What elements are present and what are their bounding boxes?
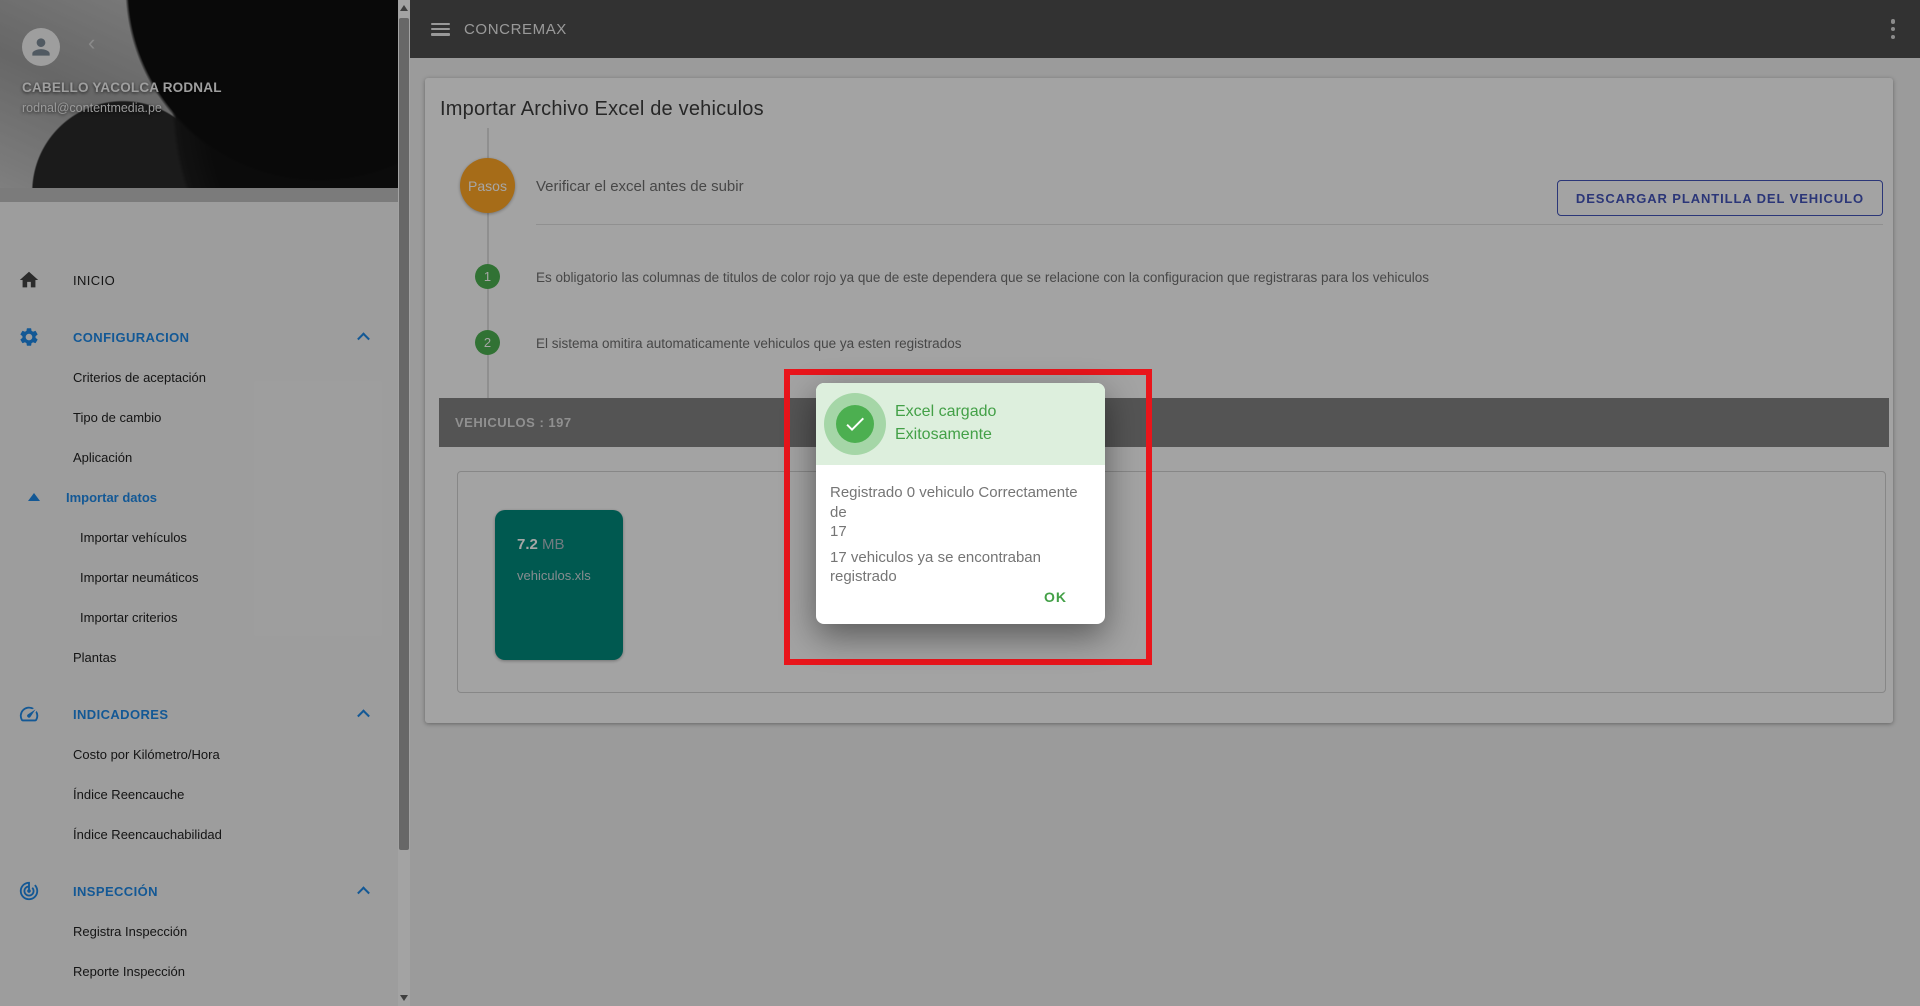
dialog-title: Excel cargado Exitosamente (895, 400, 996, 446)
check-circle-icon (824, 393, 886, 455)
dialog-header: Excel cargado Exitosamente (816, 383, 1105, 465)
app-window: ‹ CABELLO YACOLCA RODNAL rodnal@contentm… (0, 0, 1920, 1006)
dialog-message: Registrado 0 vehiculo Correctamente de 1… (830, 483, 1092, 587)
ok-button[interactable]: OK (1036, 581, 1075, 613)
success-dialog: Excel cargado Exitosamente Registrado 0 … (816, 383, 1105, 624)
